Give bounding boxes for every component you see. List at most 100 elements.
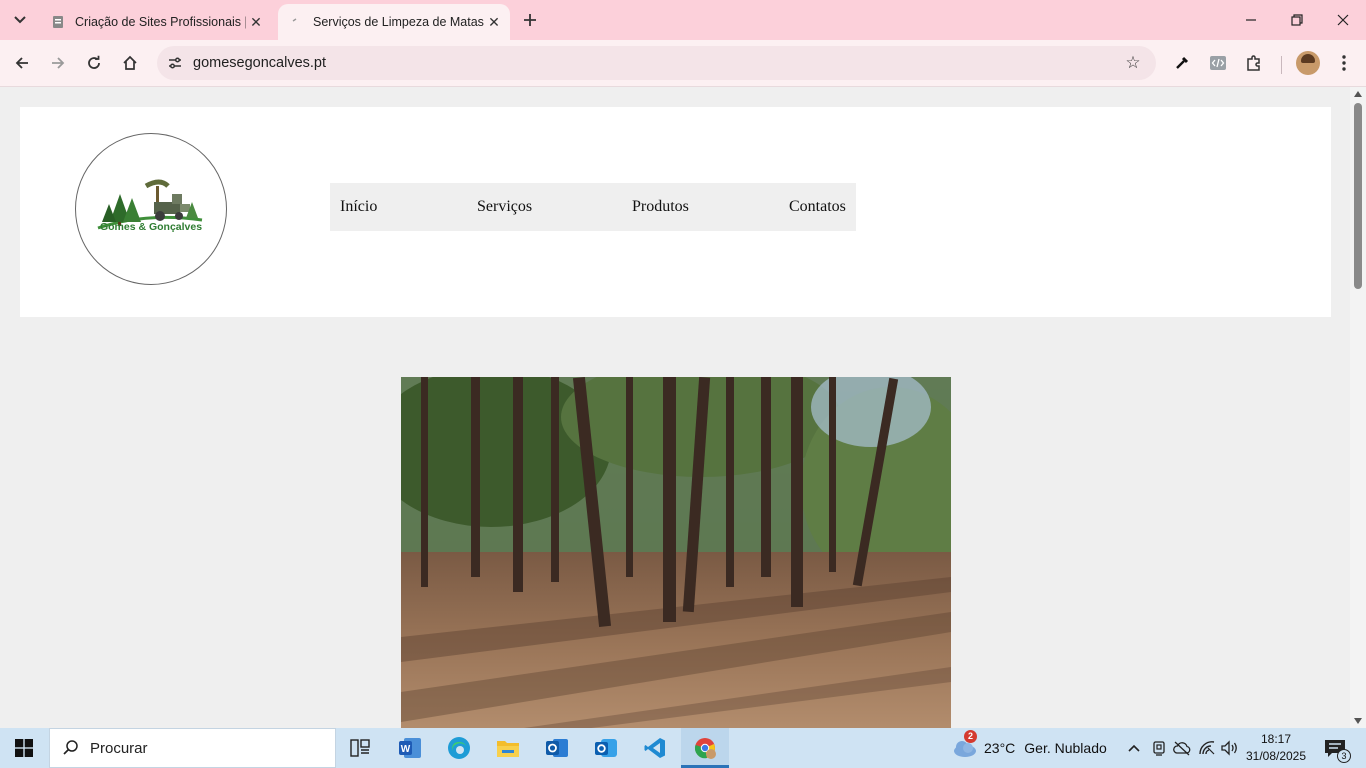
taskbar-clock[interactable]: 18:17 31/08/2025 (1244, 731, 1308, 765)
scroll-down-icon[interactable] (1354, 718, 1362, 724)
meet-now-tray[interactable] (1149, 738, 1169, 758)
weather-temperature: 23°C (984, 740, 1016, 756)
show-hidden-icons-button[interactable] (1124, 738, 1144, 758)
forest-photo (401, 377, 951, 728)
nav-link-contatos[interactable]: Contatos (789, 198, 846, 216)
start-button[interactable] (0, 728, 48, 768)
wifi-icon (1199, 741, 1215, 755)
menu-button[interactable] (1329, 48, 1359, 78)
document-favicon-icon (50, 14, 66, 30)
weather-widget[interactable]: 2 23°C Ger. Nublado (952, 728, 1107, 768)
profile-avatar[interactable] (1296, 51, 1320, 75)
tab-search-button[interactable] (6, 6, 34, 34)
chevron-up-icon (1128, 744, 1140, 752)
search-box-label: Procurar (90, 739, 148, 757)
site-header: Gomes & Gonçalves Início Serviços Produt… (20, 107, 1331, 317)
plus-icon (524, 14, 536, 26)
arrow-left-icon (15, 57, 28, 69)
taskbar-word[interactable]: W (386, 728, 434, 768)
company-logo[interactable]: Gomes & Gonçalves (75, 133, 227, 285)
volume-tray[interactable] (1220, 738, 1240, 758)
more-vertical-icon (1342, 55, 1346, 71)
hero-forest-image (401, 377, 951, 728)
tab-title: Criação de Sites Profissionais | D (75, 15, 246, 29)
word-icon: W (399, 738, 421, 758)
tab-strip: Criação de Sites Profissionais | D ✕ Ser… (0, 0, 1366, 40)
cloud-offline-icon (1173, 741, 1191, 756)
clock-date: 31/08/2025 (1245, 749, 1307, 763)
new-tab-button[interactable] (518, 8, 542, 32)
tab-criacao-sites[interactable]: Criação de Sites Profissionais | D ✕ (40, 4, 272, 40)
restore-icon (1291, 14, 1303, 26)
arrow-right-icon (52, 57, 65, 69)
taskbar-outlook-classic[interactable] (533, 728, 581, 768)
nav-link-servicos[interactable]: Serviços (477, 198, 532, 216)
search-icon (63, 740, 78, 755)
page-viewport: Gomes & Gonçalves Início Serviços Produt… (0, 87, 1350, 728)
outlook-new-icon (595, 739, 617, 757)
notification-count-badge: 3 (1337, 749, 1351, 763)
windows-taskbar: Procurar W 2 23°C Ger. Nublado 18:17 31/… (0, 728, 1366, 768)
device-icon (1153, 741, 1165, 756)
partly-cloudy-icon: 2 (952, 730, 978, 758)
reload-icon (88, 55, 100, 69)
scroll-up-icon[interactable] (1354, 91, 1362, 97)
taskbar-file-explorer[interactable] (484, 728, 532, 768)
tab-servicos-limpeza[interactable]: Serviços de Limpeza de Matas e ✕ (278, 4, 510, 40)
weather-alert-badge: 2 (964, 730, 977, 743)
taskbar-outlook-new[interactable] (582, 728, 630, 768)
code-extension-button[interactable] (1203, 48, 1233, 78)
task-view-icon (350, 739, 370, 757)
nav-link-produtos[interactable]: Produtos (632, 198, 689, 216)
eyedropper-icon (1176, 56, 1189, 69)
browser-toolbar: gomesegoncalves.pt ☆ (0, 40, 1366, 87)
forward-button[interactable] (43, 48, 73, 78)
onedrive-tray[interactable] (1172, 738, 1192, 758)
task-view-button[interactable] (336, 728, 384, 768)
taskbar-chrome[interactable] (681, 728, 729, 768)
taskbar-search-box[interactable]: Procurar (49, 728, 336, 768)
site-info-icon[interactable] (163, 51, 187, 75)
speaker-icon (1221, 740, 1237, 756)
close-icon (1337, 14, 1349, 26)
eyedropper-extension-button[interactable] (1167, 48, 1197, 78)
edge-icon (448, 737, 470, 759)
logo-brand-text: Gomes & Gonçalves (99, 221, 203, 233)
vscode-icon (644, 738, 665, 758)
minimize-button[interactable] (1228, 0, 1274, 40)
nav-link-inicio[interactable]: Início (340, 198, 377, 216)
clock-time: 18:17 (1260, 732, 1292, 746)
taskbar-vscode[interactable] (631, 728, 679, 768)
chevron-down-icon (14, 16, 26, 24)
svg-text:W: W (401, 744, 411, 755)
taskbar-edge[interactable] (435, 728, 483, 768)
folder-icon (497, 741, 519, 757)
outlook-icon (546, 739, 568, 757)
restore-button[interactable] (1274, 0, 1320, 40)
page-scrollbar[interactable] (1350, 87, 1366, 728)
close-tab-icon[interactable]: ✕ (484, 12, 504, 32)
scrollbar-thumb[interactable] (1354, 103, 1362, 289)
weather-condition: Ger. Nublado (1024, 740, 1107, 756)
site-navigation: Início Serviços Produtos Contatos (330, 183, 856, 231)
minimize-icon (1246, 19, 1256, 21)
bookmark-star-icon[interactable]: ☆ (1122, 52, 1144, 74)
network-tray[interactable] (1197, 738, 1217, 758)
tab-title: Serviços de Limpeza de Matas e (313, 15, 484, 29)
back-button[interactable] (7, 48, 37, 78)
home-button[interactable] (115, 48, 145, 78)
home-icon (123, 55, 137, 70)
close-tab-icon[interactable]: ✕ (246, 12, 266, 32)
close-window-button[interactable] (1320, 0, 1366, 40)
puzzle-icon (1247, 55, 1260, 71)
chrome-icon (694, 738, 716, 759)
loading-favicon-icon (288, 14, 304, 30)
url-text[interactable]: gomesegoncalves.pt (193, 55, 326, 71)
toolbar-separator (1281, 56, 1282, 74)
extensions-button[interactable] (1239, 48, 1269, 78)
notification-center-button[interactable]: 3 (1320, 736, 1351, 763)
address-bar[interactable]: gomesegoncalves.pt ☆ (157, 46, 1156, 80)
windows-logo-icon (15, 739, 33, 757)
reload-button[interactable] (79, 48, 109, 78)
code-icon (1210, 56, 1226, 70)
